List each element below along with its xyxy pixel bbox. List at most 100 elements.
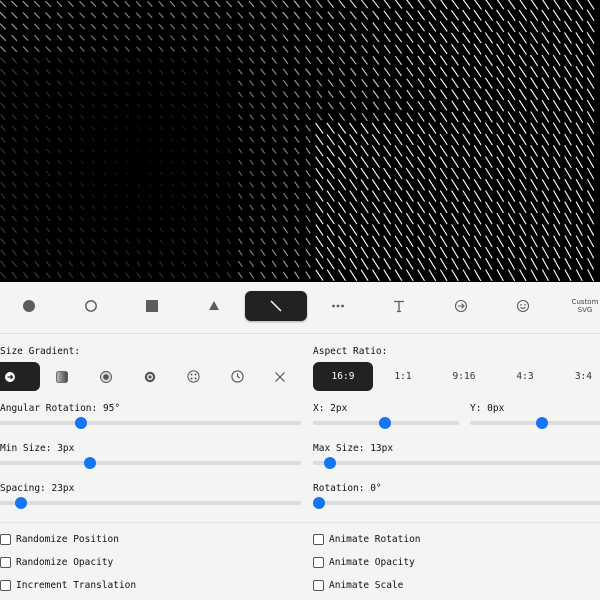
aspect-16-9-chip[interactable]: 16:9 bbox=[313, 362, 373, 391]
pattern-line bbox=[226, 137, 232, 143]
size-gradient-none-chip[interactable] bbox=[250, 362, 310, 391]
pattern-line bbox=[136, 80, 141, 86]
pattern-line bbox=[586, 122, 595, 135]
pattern-line bbox=[57, 148, 62, 154]
pattern-line bbox=[136, 194, 141, 199]
pattern-line bbox=[485, 269, 493, 282]
increment-translation-checkbox[interactable] bbox=[0, 580, 11, 591]
pattern-line bbox=[23, 204, 29, 211]
pattern-line bbox=[530, 66, 539, 78]
spacing-slider[interactable] bbox=[0, 496, 301, 510]
slider-thumb[interactable] bbox=[535, 417, 548, 429]
pattern-line bbox=[294, 237, 300, 245]
pattern-line bbox=[271, 170, 277, 177]
pattern-line bbox=[294, 158, 300, 166]
animate-opacity-checkbox[interactable] bbox=[313, 557, 324, 568]
pattern-canvas[interactable] bbox=[0, 0, 600, 282]
pattern-line bbox=[428, 78, 437, 89]
pattern-line bbox=[180, 0, 187, 8]
pattern-line bbox=[11, 227, 17, 233]
pattern-line bbox=[114, 216, 118, 221]
pattern-line bbox=[34, 91, 40, 98]
shape-circle-outline-button[interactable] bbox=[60, 291, 122, 321]
shape-arrow-button[interactable] bbox=[430, 291, 492, 321]
pattern-svg bbox=[0, 0, 595, 282]
pattern-line bbox=[405, 190, 414, 202]
pattern-line bbox=[215, 103, 220, 109]
pattern-line bbox=[11, 182, 17, 188]
y-offset-slider[interactable] bbox=[470, 416, 600, 430]
pattern-line bbox=[159, 238, 164, 244]
pattern-line bbox=[193, 205, 198, 210]
animate-rotation-checkbox-row[interactable]: Animate Rotation bbox=[313, 534, 421, 545]
pattern-line bbox=[473, 246, 482, 259]
pattern-line bbox=[394, 212, 403, 225]
aspect-3-4-chip[interactable]: 3:4 bbox=[555, 362, 600, 391]
pattern-line bbox=[338, 11, 346, 20]
pattern-line bbox=[11, 80, 18, 87]
pattern-line bbox=[507, 190, 516, 202]
pattern-line bbox=[575, 77, 584, 89]
shape-text-button[interactable] bbox=[368, 291, 430, 321]
min-size-slider[interactable] bbox=[0, 456, 301, 470]
shape-dots-button[interactable] bbox=[307, 291, 369, 321]
angular-rotation-slider[interactable] bbox=[0, 416, 301, 430]
randomize-opacity-checkbox[interactable] bbox=[0, 557, 11, 568]
shape-emoji-button[interactable] bbox=[492, 291, 554, 321]
aspect-4-3-chip[interactable]: 4:3 bbox=[495, 362, 555, 391]
pattern-line bbox=[496, 145, 505, 157]
pattern-line bbox=[294, 215, 300, 223]
pattern-line bbox=[439, 10, 448, 21]
pattern-line bbox=[283, 192, 288, 200]
shape-line-button[interactable] bbox=[245, 291, 307, 321]
pattern-line bbox=[248, 23, 255, 30]
rotation-slider[interactable] bbox=[313, 496, 600, 510]
shape-custom-svg-button[interactable]: Custom SVG bbox=[554, 291, 600, 321]
slider-thumb[interactable] bbox=[378, 417, 391, 429]
increment-translation-checkbox-row[interactable]: Increment Translation bbox=[0, 580, 136, 591]
randomize-opacity-checkbox-row[interactable]: Randomize Opacity bbox=[0, 557, 113, 568]
pattern-line bbox=[226, 215, 232, 222]
pattern-line bbox=[451, 212, 459, 225]
animate-scale-checkbox[interactable] bbox=[313, 580, 324, 591]
slider-thumb[interactable] bbox=[324, 457, 337, 469]
pattern-line bbox=[170, 238, 175, 244]
shape-square-button[interactable] bbox=[121, 291, 183, 321]
slider-thumb[interactable] bbox=[313, 497, 325, 509]
randomize-position-checkbox[interactable] bbox=[0, 534, 11, 545]
pattern-line bbox=[519, 178, 527, 191]
pattern-line bbox=[428, 269, 437, 282]
aspect-1-1-chip[interactable]: 1:1 bbox=[373, 362, 433, 391]
pattern-line bbox=[57, 227, 62, 233]
pattern-line bbox=[360, 156, 369, 168]
shape-circle-filled-button[interactable] bbox=[0, 291, 60, 321]
animate-scale-checkbox-row[interactable]: Animate Scale bbox=[313, 580, 403, 591]
pattern-line bbox=[564, 257, 572, 270]
max-size-slider[interactable] bbox=[313, 456, 600, 470]
animate-opacity-checkbox-row[interactable]: Animate Opacity bbox=[313, 557, 415, 568]
animate-rotation-checkbox[interactable] bbox=[313, 534, 324, 545]
pattern-line bbox=[68, 148, 73, 154]
pattern-line bbox=[45, 227, 51, 233]
pattern-line bbox=[519, 269, 527, 282]
randomize-position-label: Randomize Position bbox=[16, 534, 119, 545]
pattern-line bbox=[260, 193, 266, 200]
slider-thumb[interactable] bbox=[15, 497, 28, 509]
pattern-line bbox=[327, 22, 335, 31]
pattern-line bbox=[564, 201, 572, 214]
pattern-line bbox=[135, 12, 142, 19]
pattern-line bbox=[238, 125, 243, 131]
pattern-line bbox=[496, 258, 504, 270]
slider-thumb[interactable] bbox=[75, 417, 88, 429]
pattern-line bbox=[181, 249, 186, 256]
pattern-line bbox=[586, 9, 595, 22]
shape-triangle-button[interactable] bbox=[183, 291, 245, 321]
aspect-9-16-chip[interactable]: 9:16 bbox=[434, 362, 494, 391]
randomize-position-checkbox-row[interactable]: Randomize Position bbox=[0, 534, 119, 545]
slider-thumb[interactable] bbox=[84, 457, 97, 469]
pattern-line bbox=[102, 216, 107, 221]
pattern-line bbox=[294, 113, 300, 121]
pattern-line bbox=[417, 212, 426, 225]
pattern-line bbox=[360, 224, 369, 236]
x-offset-slider[interactable] bbox=[313, 416, 459, 430]
